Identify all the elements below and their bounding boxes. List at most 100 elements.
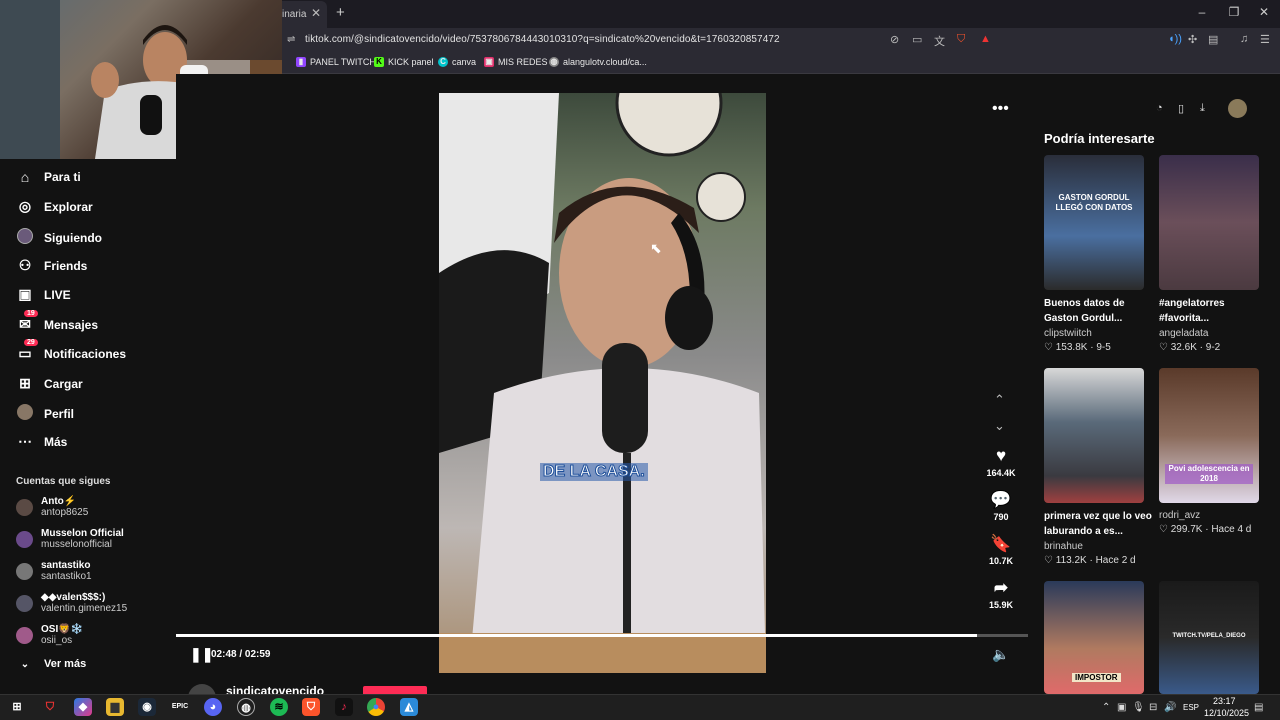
next-video-icon[interactable]: ⌄ — [994, 418, 1005, 434]
epic-games-icon[interactable]: EPIC — [171, 698, 189, 716]
windows-start-icon[interactable]: ⊞ — [8, 698, 26, 716]
photos-icon[interactable]: ◭ — [400, 698, 418, 716]
sidebar-item-mas[interactable]: ⋯ Más — [16, 433, 67, 450]
previous-video-icon[interactable]: ⌃ — [994, 392, 1005, 408]
volume-icon[interactable]: 🔈 — [992, 646, 1009, 663]
bookmark-kick[interactable]: K KICK panel — [374, 57, 434, 67]
extensions-icon[interactable]: ✣ — [1188, 33, 1197, 46]
recommendation-author[interactable]: rodri_avz — [1159, 510, 1200, 521]
obs-icon[interactable]: ◍ — [237, 698, 255, 716]
clock-date[interactable]: 12/10/2025 — [1204, 708, 1249, 718]
followed-account[interactable]: Anto⚡ antop8625 — [16, 496, 88, 518]
followed-account[interactable]: santastiko santastiko1 — [16, 560, 92, 582]
bookmark-panel-twitch[interactable]: ▮ PANEL TWITCH — [296, 57, 376, 67]
close-window-icon[interactable]: ✕ — [1254, 5, 1274, 19]
clock-time[interactable]: 23:17 — [1213, 696, 1236, 706]
sidebar-item-para-ti[interactable]: ⌂ Para ti — [16, 169, 81, 185]
new-tab-icon[interactable]: + — [336, 4, 345, 21]
recommendation-thumbnail[interactable]: IMPOSTOR — [1044, 581, 1144, 694]
sidebar-item-notificaciones[interactable]: ▭ 29 Notificaciones — [16, 339, 126, 362]
brave-icon[interactable]: ⛉ — [302, 698, 320, 716]
comment-button[interactable]: 💬 790 — [984, 490, 1018, 522]
translate-icon[interactable]: 文 — [934, 33, 945, 49]
followed-account[interactable]: OSI🦁❄️ osii_os — [16, 624, 83, 646]
more-options-icon[interactable]: ••• — [992, 100, 1009, 118]
notification-center-icon[interactable]: ▤ — [1254, 702, 1263, 713]
tray-overflow-icon[interactable]: ⌃ — [1102, 702, 1110, 713]
recommendation-author[interactable]: angeladata — [1159, 328, 1209, 339]
profile-icon — [16, 404, 34, 423]
recommendation-thumbnail[interactable]: Povi adolescencia en 2018 — [1159, 368, 1259, 503]
site-info-icon[interactable]: ⇌ — [287, 34, 295, 45]
followed-account[interactable]: Musselon Official musselonofficial — [16, 528, 124, 550]
close-tab-icon[interactable]: ✕ — [311, 6, 321, 20]
see-more-button[interactable]: ⌄ Ver más — [16, 658, 86, 670]
reader-icon[interactable]: ⊘ — [890, 33, 899, 46]
tray-app-icon[interactable]: ▣ — [1117, 702, 1126, 713]
pause-icon[interactable]: ❚❚ — [190, 646, 213, 663]
share-button[interactable]: ➦ 15.9K — [984, 578, 1018, 610]
recommendation-thumbnail[interactable] — [1044, 368, 1144, 503]
audio-icon[interactable]: ◖)) — [1168, 33, 1182, 45]
bookmark-mis-redes[interactable]: ▣ MIS REDES — [484, 57, 548, 67]
speaker-icon[interactable]: 🔊 — [1164, 702, 1176, 713]
steam-icon[interactable]: ◉ — [138, 698, 156, 716]
brave-shield-icon[interactable]: ⛉ — [957, 33, 965, 46]
minimize-icon[interactable]: – — [1192, 5, 1212, 19]
microphone-icon[interactable]: 🎙 — [1132, 702, 1145, 713]
recommendation-thumbnail[interactable]: GASTON GORDUL LLEGÓ CON DATOS — [1044, 155, 1144, 290]
followed-account[interactable]: ◆◆valen$$$:) valentin.gimenez15 — [16, 592, 127, 614]
device-icon[interactable]: ▯ — [1178, 102, 1184, 115]
bookmark-canva[interactable]: Ccanva — [438, 57, 476, 67]
recommendation-stats: ♡ 113.2K · Hace 2 d — [1044, 555, 1136, 566]
recommendation-author[interactable]: clipstwiitch — [1044, 328, 1092, 339]
sidebar-item-friends[interactable]: ⚇ Friends — [16, 257, 88, 274]
following-accounts-heading: Cuentas que sigues — [16, 476, 111, 487]
coins-icon[interactable]: ◔ — [1156, 102, 1163, 114]
kick-icon: K — [374, 57, 384, 67]
following-icon — [16, 228, 34, 247]
copilot-icon[interactable]: ◆ — [74, 698, 92, 716]
sidebar-item-mensajes[interactable]: ✉ 19 Mensajes — [16, 310, 98, 333]
shield-app-icon[interactable]: ⛉ — [41, 698, 59, 716]
cast-icon[interactable]: ▭ — [912, 33, 922, 46]
sidebar-item-explorar[interactable]: ◎ Explorar — [16, 198, 93, 215]
network-icon[interactable]: ⊟ — [1149, 702, 1157, 713]
like-button[interactable]: ♥ 164.4K — [984, 446, 1018, 478]
sidebar-item-live[interactable]: ▣ LIVE — [16, 286, 70, 303]
recommendation-thumbnail[interactable] — [1159, 155, 1259, 290]
user-avatar[interactable] — [1228, 99, 1247, 118]
menu-icon[interactable]: ☰ — [1260, 33, 1270, 46]
save-button[interactable]: 🔖 10.7K — [984, 534, 1018, 566]
notifications-icon: ▭ 29 — [16, 339, 38, 362]
rewards-icon[interactable]: ▲ — [980, 33, 991, 45]
recommendation-thumbnail[interactable]: TWITCH.TV/PELA_DIEGO — [1159, 581, 1259, 694]
url-text[interactable]: tiktok.com/@sindicatovencido/video/75378… — [305, 34, 780, 45]
recommendation-title[interactable]: #angelatorres #favorita... — [1159, 296, 1269, 326]
file-explorer-icon[interactable]: ▆ — [106, 698, 124, 716]
sidebar-item-cargar[interactable]: ⊞ Cargar — [16, 375, 83, 392]
tiktok-icon[interactable]: ♪ — [335, 698, 353, 716]
recommendation-title[interactable]: Buenos datos de Gaston Gordul... — [1044, 296, 1154, 326]
restore-icon[interactable]: ❐ — [1224, 5, 1244, 19]
recommendation-author[interactable]: brinahue — [1044, 541, 1083, 552]
compass-icon: ◎ — [18, 198, 32, 214]
globe-icon: ◍ — [549, 57, 559, 67]
spotify-icon[interactable]: ≋ — [270, 698, 288, 716]
recommendation-title[interactable]: primera vez que lo veo laburando a es... — [1044, 509, 1154, 539]
bookmark-alangulotv[interactable]: ◍ alangulotv.cloud/ca... — [549, 57, 647, 67]
download-icon[interactable]: ⤓ — [1200, 102, 1205, 115]
messages-badge: 19 — [24, 310, 38, 317]
follow-button[interactable] — [363, 686, 427, 694]
language-indicator[interactable]: ESP — [1183, 703, 1199, 712]
media-icon[interactable]: ♫ — [1240, 33, 1248, 45]
avatar — [16, 562, 33, 580]
messages-icon: ✉ 19 — [16, 310, 38, 333]
thumbnail-text: TWITCH.TV/PELA_DIEGO — [1172, 633, 1246, 639]
video-player[interactable] — [439, 93, 766, 673]
sidebar-item-siguiendo[interactable]: Siguiendo — [16, 228, 102, 247]
discord-icon[interactable]: ◕ — [204, 698, 222, 716]
chrome-icon[interactable]: ● — [367, 698, 385, 716]
sidebar-icon[interactable]: ▤ — [1208, 33, 1218, 46]
sidebar-item-perfil[interactable]: Perfil — [16, 404, 74, 423]
